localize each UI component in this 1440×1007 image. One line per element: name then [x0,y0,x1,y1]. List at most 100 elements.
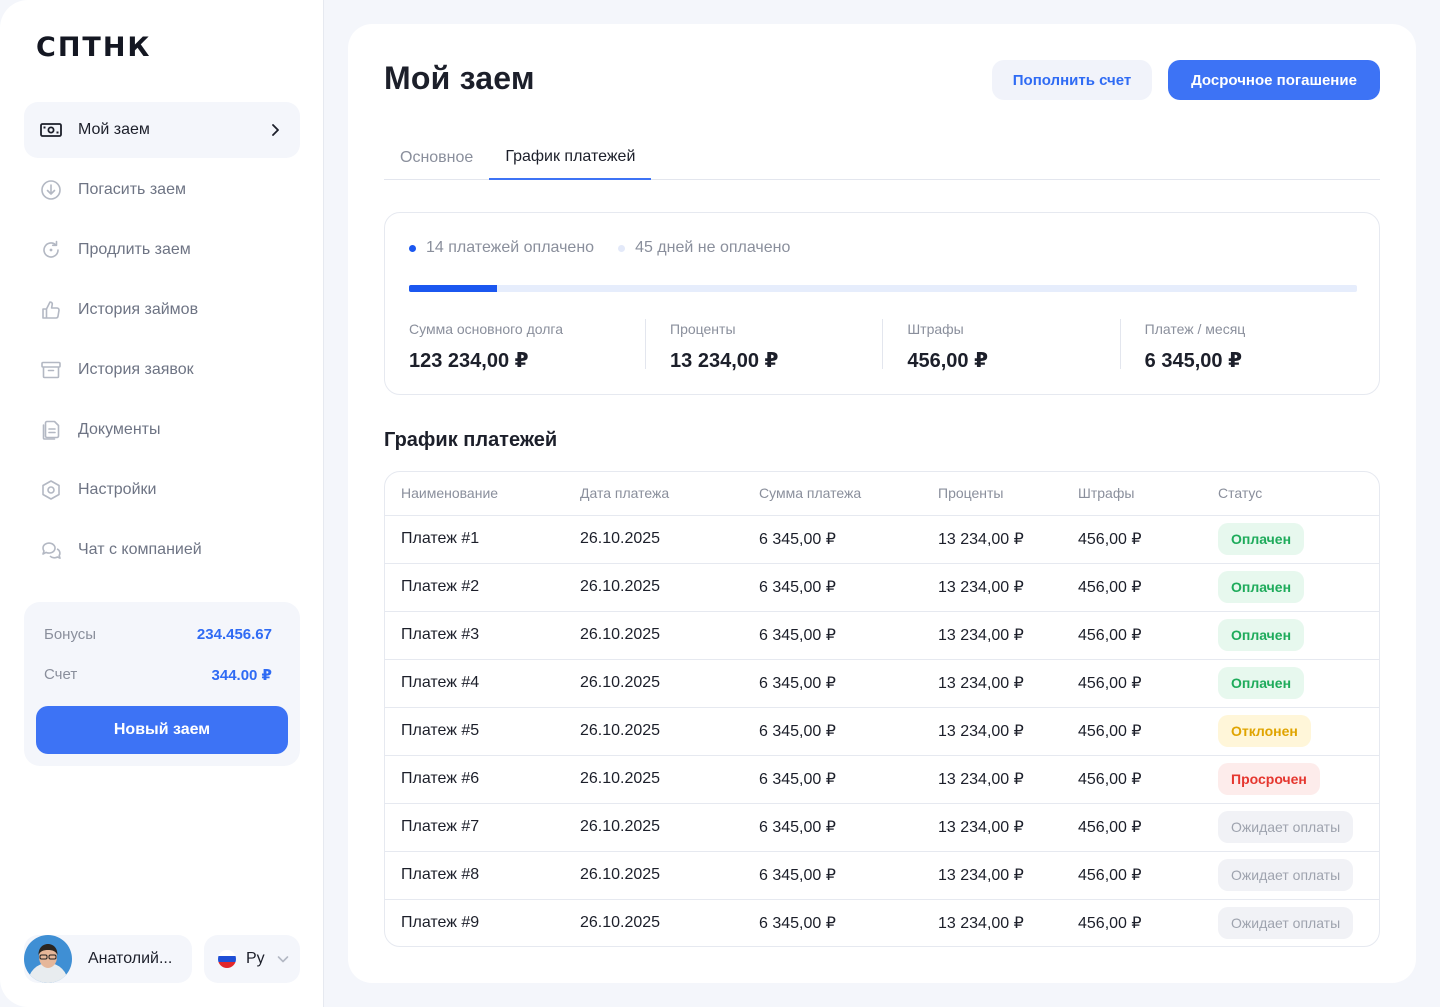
cell-name: Платеж #7 [385,803,564,852]
payment-schedule-table: Наименование Дата платежа Сумма платежа … [384,471,1380,947]
cell-fine: 456,00 ₽ [1062,707,1202,756]
user-name: Анатолий... [88,950,173,967]
cell-status: Просрочен [1202,755,1379,804]
user-menu[interactable]: Анатолий... [24,935,192,983]
chevron-right-icon [272,124,279,136]
tab-bar: Основное График платежей [384,136,1380,180]
cell-amount: 6 345,00 ₽ [743,851,922,900]
cell-amount: 6 345,00 ₽ [759,915,836,933]
cell-name: Платеж #2 [385,563,564,612]
cell-name: Платеж #3 [385,611,564,660]
account-row: Счет 344.00 ₽ [44,666,272,684]
sidebar-item-loan-history[interactable]: История займов [24,282,300,338]
table-row[interactable]: Платеж #8 26.10.2025 6 345,00 ₽13 234,00 ₽… [385,851,1379,900]
sidebar-item-label: История займов [78,301,199,318]
topup-button[interactable]: Пополнить счет [992,60,1152,100]
status-badge: Оплачен [1218,571,1305,603]
sidebar-item-company-chat[interactable]: Чат с компанией [24,522,300,578]
stat-monthly-payment: Платеж / месяц 6 345,00 ₽ [1119,319,1357,372]
stat-label: Проценты [670,321,736,337]
account-label: Счет [44,666,78,683]
sidebar-item-extend-loan[interactable]: Продлить заем [24,222,300,278]
cell-amount: 6 345,00 ₽ [743,803,922,852]
settings-hexagon-icon [40,479,62,501]
early-repayment-button[interactable]: Досрочное погашение [1168,60,1380,100]
cell-date: 26.10.2025 [564,803,743,852]
cell-date: 26.10.2025 [564,851,743,900]
status-badge: Ожидает оплаты [1218,859,1354,891]
cell-interest: 13 234,00 ₽ [938,915,1024,933]
sidebar-item-label: История заявок [78,361,194,378]
main-panel: Мой заем Пополнить счет Досрочное погаше… [348,24,1416,983]
cell-name: Платеж #5 [385,707,564,756]
cell-status: Оплачен [1202,563,1379,612]
archive-icon [40,359,62,381]
cell-interest: 13 234,00 ₽ [922,707,1062,756]
column-header: Дата платежа [564,472,743,516]
sidebar-item-documents[interactable]: Документы [24,402,300,458]
cell-status: Ожидает оплаты [1202,803,1379,852]
cell-date: 26.10.2025 [564,659,743,708]
cell-name: Платеж #9 [401,914,480,932]
table-row[interactable]: Платеж #6 26.10.2025 6 345,00 ₽13 234,00 ₽… [385,755,1379,804]
table-row[interactable]: Платеж #2 26.10.2025 6 345,00 ₽13 234,00 ₽… [385,563,1379,612]
cell-fine: 456,00 ₽ [1062,803,1202,852]
new-loan-button[interactable]: Новый заем [36,706,288,754]
logo: СПТНК [36,31,152,63]
cell-interest: 13 234,00 ₽ [922,515,1062,564]
loan-stats: Сумма основного долга 123 234,00 ₽ Проце… [409,319,1357,372]
account-value: 344.00 ₽ [211,667,272,684]
column-header: Сумма платежа [743,472,922,516]
status-badge: Оплачен [1218,667,1305,699]
cell-fine: 456,00 ₽ [1062,563,1202,612]
table-row[interactable]: Платеж #1 26.10.2025 6 345,00 ₽13 234,00 ₽… [385,515,1379,564]
unpaid-dot-icon [618,244,626,252]
sidebar-item-label: Мой заем [78,121,150,138]
cell-name: Платеж #4 [385,659,564,708]
cell-interest: 13 234,00 ₽ [922,803,1062,852]
cell-date: 26.10.2025 [564,563,743,612]
cell-amount: 6 345,00 ₽ [743,707,922,756]
tab-main[interactable]: Основное [384,136,489,180]
sidebar-item-application-history[interactable]: История заявок [24,342,300,398]
thumbs-up-icon [40,299,62,321]
status-badge: Отклонен [1218,715,1311,747]
status-badge: Оплачен [1218,523,1305,555]
language-selector[interactable]: Ру [204,935,300,983]
sidebar-item-settings[interactable]: Настройки [24,462,300,518]
status-badge: Просрочен [1218,763,1320,795]
cell-amount: 6 345,00 ₽ [743,611,922,660]
column-header: Наименование [385,472,564,516]
sidebar-item-my-loan[interactable]: Мой заем [24,102,300,158]
table-row[interactable]: Платеж #9 26.10.2025 6 345,00 ₽ 13 234,00 ₽… [385,899,1379,946]
sidebar-item-label: Документы [78,421,161,438]
cell-status: Отклонен [1202,707,1379,756]
wallet-card: Бонусы 234.456.67 Счет 344.00 ₽ Новый за… [24,602,300,766]
russia-flag-icon [218,950,236,968]
bonus-row: Бонусы 234.456.67 [44,626,272,643]
stat-label: Штрафы [907,321,964,337]
cell-interest: 13 234,00 ₽ [922,659,1062,708]
sidebar: СПТНК Мой заем Погасить заем Продлить за… [0,0,324,1007]
column-header: Штрафы [1062,472,1202,516]
cell-date: 26.10.2025 [564,755,743,804]
sidebar-item-label: Погасить заем [78,181,186,198]
paid-label: 14 платежей оплачено [426,239,595,256]
cell-amount: 6 345,00 ₽ [743,515,922,564]
language-label: Ру [246,950,265,967]
cell-interest: 13 234,00 ₽ [922,851,1062,900]
page-title: Мой заем [384,60,535,96]
payment-progress-bar [409,285,1357,292]
sidebar-item-repay-loan[interactable]: Погасить заем [24,162,300,218]
cell-amount: 6 345,00 ₽ [743,755,922,804]
table-row[interactable]: Платеж #3 26.10.2025 6 345,00 ₽13 234,00 ₽… [385,611,1379,660]
table-row[interactable]: Платеж #7 26.10.2025 6 345,00 ₽13 234,00 ₽… [385,803,1379,852]
progress-legend: 14 платежей оплачено 45 дней не оплачено [409,239,814,257]
tab-payment-schedule[interactable]: График платежей [489,136,652,180]
payment-progress-fill [409,285,498,292]
table-row[interactable]: Платеж #5 26.10.2025 6 345,00 ₽13 234,00 ₽… [385,707,1379,756]
column-header: Проценты [922,472,1062,516]
cell-name: Платеж #6 [385,755,564,804]
loan-summary-card: 14 платежей оплачено 45 дней не оплачено… [384,212,1380,395]
table-row[interactable]: Платеж #4 26.10.2025 6 345,00 ₽13 234,00 ₽… [385,659,1379,708]
